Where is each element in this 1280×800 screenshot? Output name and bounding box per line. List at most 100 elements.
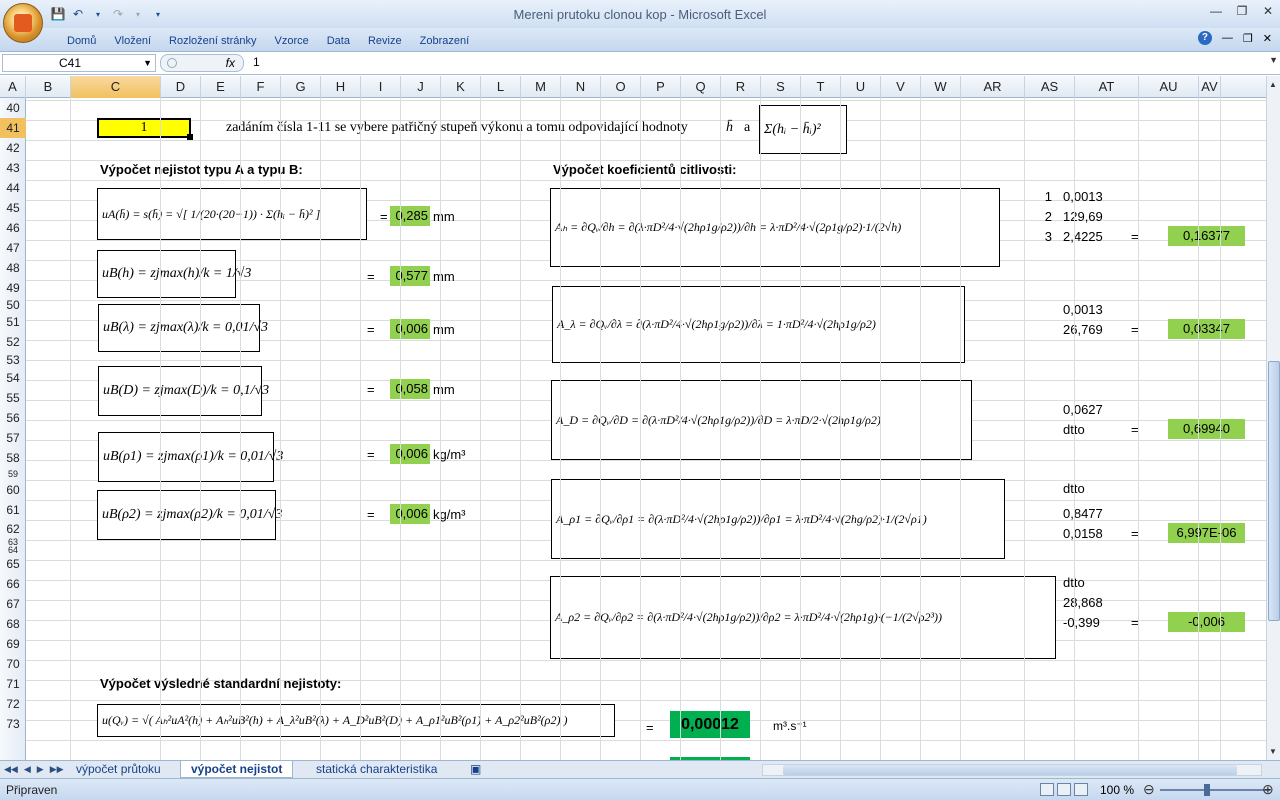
row-header-52[interactable]: 52 (0, 332, 26, 352)
horizontal-scroll-thumb[interactable] (783, 765, 1237, 775)
last-sheet-icon[interactable]: ▶▶ (50, 764, 64, 775)
page-layout-view-icon[interactable] (1057, 783, 1071, 796)
value-ua-h[interactable]: 0,285 (390, 206, 430, 226)
next-sheet-icon[interactable]: ▶ (37, 764, 44, 775)
office-button[interactable] (3, 3, 43, 43)
insert-sheet-icon[interactable]: ▣ (460, 761, 491, 778)
as-62[interactable]: 0,0158 (1063, 526, 1103, 541)
as-47[interactable]: 2,4225 (1063, 229, 1103, 244)
row-header-42[interactable]: 42 (0, 138, 26, 158)
row-header-65[interactable]: 65 (0, 554, 26, 574)
column-header-J[interactable]: J (401, 76, 441, 98)
ribbon-tab-6[interactable]: Zobrazení (411, 33, 479, 49)
row-header-71[interactable]: 71 (0, 674, 26, 694)
column-header-V[interactable]: V (881, 76, 921, 98)
row-header-43[interactable]: 43 (0, 158, 26, 178)
page-break-view-icon[interactable] (1074, 783, 1088, 796)
horizontal-scrollbar[interactable] (762, 764, 1262, 776)
value-ub-lambda[interactable]: 0,006 (390, 319, 430, 339)
prev-sheet-icon[interactable]: ◀ (24, 764, 31, 775)
zoom-out-icon[interactable]: ⊖ (1143, 781, 1155, 798)
row-header-68[interactable]: 68 (0, 614, 26, 634)
cell-grid[interactable]: 1 zadáním čísla 1-11 se vybere patřičný … (26, 98, 1266, 760)
row-header-67[interactable]: 67 (0, 594, 26, 614)
column-header-W[interactable]: W (921, 76, 961, 98)
formula-input[interactable]: 1 (250, 54, 1260, 72)
zoom-in-icon[interactable]: ⊕ (1262, 781, 1274, 798)
sheet-tab-staticka-charakteristika[interactable]: statická charakteristika (306, 761, 447, 778)
row-header-72[interactable]: 72 (0, 694, 26, 714)
column-header-F[interactable]: F (241, 76, 281, 98)
as-45[interactable]: 0,0013 (1063, 189, 1103, 204)
ribbon-restore-icon[interactable]: ❐ (1243, 32, 1253, 45)
row-header-47[interactable]: 47 (0, 238, 26, 258)
column-header-M[interactable]: M (521, 76, 561, 98)
ribbon-tab-2[interactable]: Rozložení stránky (160, 33, 265, 49)
row-header-46[interactable]: 46 (0, 218, 26, 238)
row-header-60[interactable]: 60 (0, 480, 26, 500)
column-header-AR[interactable]: AR (961, 76, 1025, 98)
value-ub-d[interactable]: 0,058 (390, 379, 430, 399)
as-52[interactable]: 26,769 (1063, 322, 1103, 337)
column-header-T[interactable]: T (801, 76, 841, 98)
ribbon-minimize-icon[interactable]: — (1222, 32, 1233, 44)
row-header-70[interactable]: 70 (0, 654, 26, 674)
as-61[interactable]: 0,8477 (1063, 506, 1103, 521)
name-box-dropdown-icon[interactable]: ▼ (143, 55, 152, 71)
row-header-44[interactable]: 44 (0, 178, 26, 198)
name-box[interactable]: C41 ▼ (2, 54, 156, 72)
column-header-K[interactable]: K (441, 76, 481, 98)
vertical-scrollbar[interactable]: ▲ ▼ (1266, 76, 1280, 760)
expand-formula-bar-icon[interactable]: ▼ (1269, 55, 1278, 65)
au-57[interactable]: 0,69940 (1168, 419, 1245, 439)
cell-c41[interactable]: 1 (97, 118, 191, 138)
row-header-59[interactable]: 59 (0, 468, 26, 480)
column-header-AS[interactable]: AS (1025, 76, 1075, 98)
value-ub-rho1[interactable]: 0,006 (390, 444, 430, 464)
column-header-I[interactable]: I (361, 76, 401, 98)
minimize-icon[interactable]: — (1210, 4, 1222, 18)
row-header-66[interactable]: 66 (0, 574, 26, 594)
row-header-56[interactable]: 56 (0, 408, 26, 428)
au-62[interactable]: 6,997E-06 (1168, 523, 1245, 543)
help-icon[interactable]: ? (1197, 31, 1212, 45)
as-46[interactable]: 129,69 (1063, 209, 1103, 224)
column-header-H[interactable]: H (321, 76, 361, 98)
ar-45[interactable]: 1 (1026, 189, 1052, 204)
row-header-49[interactable]: 49 (0, 278, 26, 298)
column-header-R[interactable]: R (721, 76, 761, 98)
column-header-D[interactable]: D (161, 76, 201, 98)
column-header-Q[interactable]: Q (681, 76, 721, 98)
ribbon-tab-3[interactable]: Vzorce (265, 33, 317, 49)
as-66[interactable]: 28,868 (1063, 595, 1103, 610)
column-header-E[interactable]: E (201, 76, 241, 98)
value-ub-rho2[interactable]: 0,006 (390, 504, 430, 524)
au-52[interactable]: 0,03347 (1168, 319, 1245, 339)
column-header-O[interactable]: O (601, 76, 641, 98)
result-value[interactable]: 0,00012 (670, 711, 750, 738)
column-header-N[interactable]: N (561, 76, 601, 98)
column-header-L[interactable]: L (481, 76, 521, 98)
as-67[interactable]: -0,399 (1063, 615, 1100, 630)
ribbon-tab-0[interactable]: Domů (58, 33, 105, 49)
row-header-51[interactable]: 51 (0, 312, 26, 332)
column-header-S[interactable]: S (761, 76, 801, 98)
column-header-P[interactable]: P (641, 76, 681, 98)
row-header-61[interactable]: 61 (0, 500, 26, 520)
fill-handle[interactable] (187, 134, 193, 140)
au-47[interactable]: 0,16377 (1168, 226, 1245, 246)
row-header-57[interactable]: 57 (0, 428, 26, 448)
first-sheet-icon[interactable]: ◀◀ (4, 764, 18, 775)
column-header-AT[interactable]: AT (1075, 76, 1139, 98)
column-header-B[interactable]: B (26, 76, 71, 98)
row-header-55[interactable]: 55 (0, 388, 26, 408)
ribbon-tab-5[interactable]: Revize (359, 33, 411, 49)
column-header-C[interactable]: C (71, 76, 161, 98)
column-header-G[interactable]: G (281, 76, 321, 98)
value-ub-h[interactable]: 0,577 (390, 266, 430, 286)
row-header-53[interactable]: 53 (0, 352, 26, 368)
zoom-slider-knob[interactable] (1204, 784, 1210, 796)
sheet-tab-vypocet-nejistot[interactable]: výpočet nejistot (180, 761, 294, 778)
row-header-41[interactable]: 41 (0, 118, 26, 138)
row-header-48[interactable]: 48 (0, 258, 26, 278)
